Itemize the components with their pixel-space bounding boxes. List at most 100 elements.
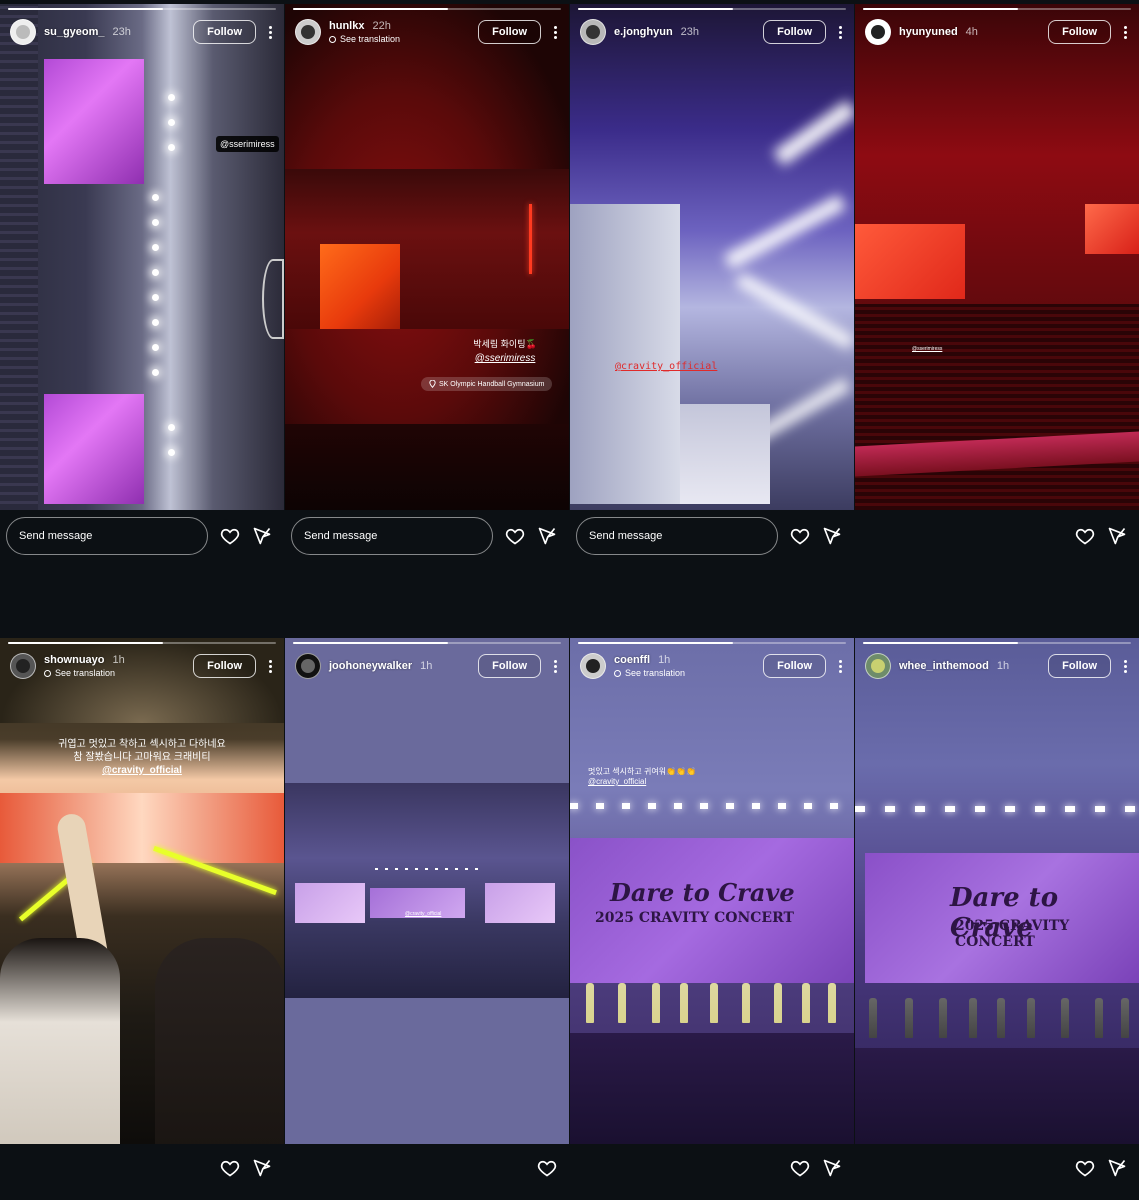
story-media[interactable]: @cravity_official [285, 638, 569, 1144]
story-card: 박세림 화이팅🍒 @sserimiress SK Olympic Handball… [285, 0, 569, 600]
stage-light [529, 204, 532, 274]
performer [742, 983, 750, 1023]
story-media[interactable]: 귀엽고 멋있고 착하고 섹시하고 다하네요 참 잘봤습니다 고마워요 크래비티 @c… [0, 638, 284, 1144]
avatar[interactable] [295, 653, 321, 679]
heart-icon[interactable] [1075, 526, 1095, 546]
username[interactable]: whee_inthemood [899, 660, 989, 672]
story-header: su_gyeom_ 23h Follow [10, 16, 276, 48]
performer [586, 983, 594, 1023]
send-icon[interactable] [822, 1158, 842, 1178]
mention-sticker[interactable]: @cravity_official [615, 361, 717, 372]
timestamp: 1h [420, 660, 433, 672]
send-icon[interactable] [537, 526, 557, 546]
mention-sticker[interactable]: @sserimiress [912, 346, 942, 352]
performer [1095, 998, 1103, 1038]
stage-screen [44, 59, 144, 184]
heart-icon[interactable] [220, 1158, 240, 1178]
follow-button[interactable]: Follow [193, 654, 256, 678]
avatar[interactable] [580, 653, 606, 679]
performer [618, 983, 626, 1023]
heart-icon[interactable] [790, 1158, 810, 1178]
mention-sticker[interactable]: @cravity_official [588, 777, 696, 786]
send-message-input[interactable]: Send message [291, 517, 493, 555]
follow-button[interactable]: Follow [763, 654, 826, 678]
location-sticker[interactable]: SK Olympic Handball Gymnasium [421, 377, 553, 391]
follow-button[interactable]: Follow [763, 20, 826, 44]
stage-screen [570, 204, 680, 504]
more-vertical-icon[interactable] [549, 659, 561, 673]
stage-light [168, 94, 175, 101]
see-translation-link[interactable]: See translation [329, 34, 478, 44]
story-media[interactable]: 박세림 화이팅🍒 @sserimiress SK Olympic Handball… [285, 4, 569, 510]
light-beam [735, 272, 854, 350]
story-media[interactable]: Dare to Crave 2025 CRAVITY CONCERT [855, 638, 1139, 1144]
heart-icon[interactable] [220, 526, 240, 546]
story-footer [855, 516, 1139, 556]
avatar[interactable] [10, 19, 36, 45]
story-media[interactable]: @cravity_official [570, 4, 854, 510]
avatar[interactable] [865, 19, 891, 45]
caption-sticker: 멋있고 섹시하고 귀여워👏👏👏 @cravity_official [588, 767, 696, 786]
heart-icon[interactable] [1075, 1158, 1095, 1178]
timestamp: 23h [680, 26, 700, 38]
follow-button[interactable]: Follow [1048, 20, 1111, 44]
avatar[interactable] [865, 653, 891, 679]
more-vertical-icon[interactable] [834, 25, 846, 39]
follow-button[interactable]: Follow [478, 654, 541, 678]
more-vertical-icon[interactable] [549, 25, 561, 39]
username[interactable]: joohoneywalker [329, 660, 412, 672]
concert-subtitle: 2025 CRAVITY CONCERT [955, 918, 1070, 950]
username[interactable]: e.jonghyun [614, 26, 673, 38]
heart-icon[interactable] [505, 526, 525, 546]
story-progress [578, 8, 846, 10]
stage-light [152, 269, 159, 276]
story-footer [570, 1148, 854, 1188]
performer [802, 983, 810, 1023]
stage-light [152, 319, 159, 326]
username[interactable]: shownuayo [44, 654, 105, 666]
more-vertical-icon[interactable] [1119, 659, 1131, 673]
mention-sticker[interactable]: @cravity_official [405, 911, 441, 917]
avatar[interactable] [10, 653, 36, 679]
username[interactable]: coenffl [614, 654, 650, 666]
send-icon[interactable] [252, 1158, 272, 1178]
story-media[interactable]: Dare to Crave 2025 CRAVITY CONCERT 멋있고 섹… [570, 638, 854, 1144]
more-vertical-icon[interactable] [264, 659, 276, 673]
more-vertical-icon[interactable] [834, 659, 846, 673]
heart-icon[interactable] [537, 1158, 557, 1178]
story-progress [863, 642, 1131, 644]
follow-button[interactable]: Follow [1048, 654, 1111, 678]
story-media[interactable]: @sserimiress [0, 4, 284, 510]
see-translation-link[interactable]: See translation [614, 668, 763, 678]
stage-light [168, 119, 175, 126]
more-vertical-icon[interactable] [264, 25, 276, 39]
performer [939, 998, 947, 1038]
username[interactable]: su_gyeom_ [44, 26, 105, 38]
mention-sticker[interactable]: @sserimiress [216, 136, 279, 152]
send-icon[interactable] [822, 526, 842, 546]
crowd [285, 424, 569, 510]
send-icon[interactable] [1107, 526, 1127, 546]
send-message-input[interactable]: Send message [576, 517, 778, 555]
performer [652, 983, 660, 1023]
username[interactable]: hunlkx [329, 20, 364, 32]
send-icon[interactable] [252, 526, 272, 546]
story-media[interactable]: @sserimiress [855, 4, 1139, 510]
stage-screen [44, 394, 144, 504]
avatar[interactable] [580, 19, 606, 45]
mention-sticker[interactable]: @cravity_official [30, 764, 254, 777]
send-message-input[interactable]: Send message [6, 517, 208, 555]
stage-lights [855, 806, 1139, 812]
more-vertical-icon[interactable] [1119, 25, 1131, 39]
follow-button[interactable]: Follow [193, 20, 256, 44]
mention-sticker[interactable]: @sserimiress [455, 353, 555, 364]
performer [869, 998, 877, 1038]
see-translation-link[interactable]: See translation [44, 668, 193, 678]
timestamp: 1h [658, 654, 671, 666]
username[interactable]: hyunyuned [899, 26, 958, 38]
heart-icon[interactable] [790, 526, 810, 546]
follow-button[interactable]: Follow [478, 20, 541, 44]
performer [905, 998, 913, 1038]
avatar[interactable] [295, 19, 321, 45]
send-icon[interactable] [1107, 1158, 1127, 1178]
